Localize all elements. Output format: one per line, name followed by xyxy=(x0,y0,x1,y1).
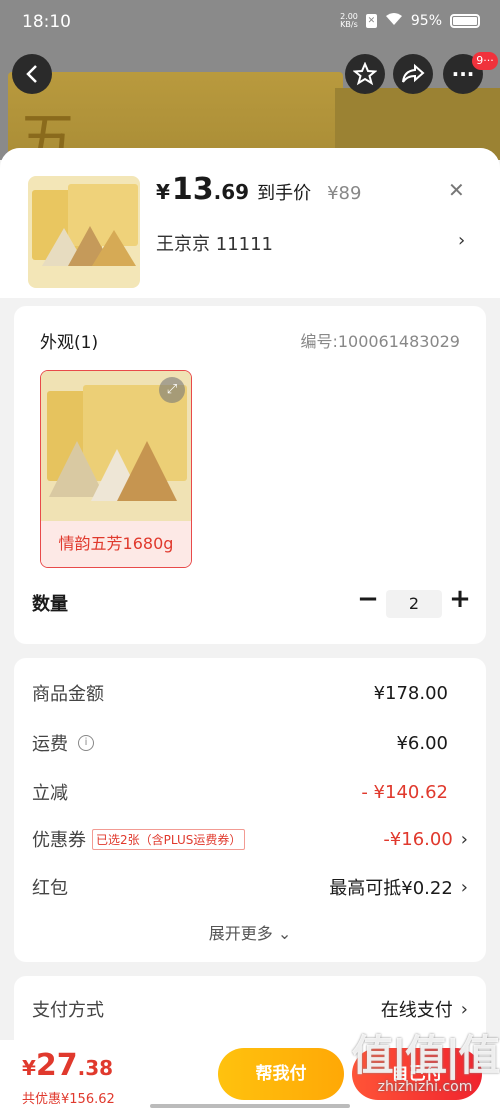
quantity-increase-button[interactable]: + xyxy=(448,584,472,614)
red-packet-value: 最高可抵¥0.22 xyxy=(329,878,453,899)
total-price: ¥ 27 .38 xyxy=(22,1048,113,1083)
message-badge: 9··· xyxy=(472,52,498,70)
status-bar: 18:10 2.00 KB/s ✕ 95% xyxy=(0,0,500,46)
close-icon[interactable]: ✕ xyxy=(448,178,465,202)
shipping-label: 运费 xyxy=(32,734,68,755)
discount-value: - ¥140.62 xyxy=(361,781,448,803)
sheet-header: ¥ 13 .69 到手价 ¥89 ✕ 王京京 11111 › xyxy=(0,148,500,298)
shipping-row: 运费 i ¥6.00 xyxy=(32,728,468,758)
variant-label: 情韵五芳1680g xyxy=(41,521,191,567)
goods-amount-label: 商品金额 xyxy=(32,684,104,705)
goods-amount-value: ¥178.00 xyxy=(373,682,448,704)
price-currency: ¥ xyxy=(156,180,170,204)
coupon-value: -¥16.00 xyxy=(383,828,453,850)
variant-option[interactable]: ⤢ 情韵五芳1680g xyxy=(40,370,192,568)
back-button[interactable] xyxy=(12,54,52,94)
goods-amount-row: 商品金额 ¥178.00 xyxy=(32,678,468,708)
share-icon xyxy=(402,63,425,83)
original-price: ¥89 xyxy=(327,183,362,204)
delivery-address[interactable]: 王京京 11111 xyxy=(156,230,273,256)
discount-row: 立减 - ¥140.62 xyxy=(32,777,468,807)
expand-icon[interactable]: ⤢ xyxy=(159,377,185,403)
product-thumbnail[interactable] xyxy=(28,176,140,288)
star-icon xyxy=(353,62,377,86)
price-row: ¥ 13 .69 到手价 ¥89 xyxy=(156,172,361,207)
appearance-title: 外观(1) xyxy=(40,333,99,353)
price-integer: 13 xyxy=(171,172,214,207)
discount-label: 立减 xyxy=(32,783,68,804)
share-button[interactable] xyxy=(393,54,433,94)
price-decimal: .69 xyxy=(213,180,250,204)
wifi-icon xyxy=(385,12,403,30)
chevron-right-icon: › xyxy=(460,998,468,1020)
more-dots-icon: ··· xyxy=(451,62,475,86)
chevron-left-icon xyxy=(26,65,37,83)
coupon-row[interactable]: 优惠券 已选2张（含PLUS运费券） -¥16.00 › xyxy=(32,824,468,854)
shipping-value: ¥6.00 xyxy=(396,732,448,754)
battery-icon xyxy=(450,14,480,28)
price-label: 到手价 xyxy=(257,183,312,204)
red-packet-label: 红包 xyxy=(32,878,68,899)
total-currency: ¥ xyxy=(22,1056,36,1080)
help-me-pay-button[interactable]: 帮我付 xyxy=(218,1048,344,1100)
site-watermark: 值|值|值 zhizhizhi.com xyxy=(350,1022,500,1111)
cost-breakdown-card: 商品金额 ¥178.00 运费 i ¥6.00 立减 - ¥140.62 优惠券… xyxy=(14,658,486,962)
network-speed: 2.00 KB/s xyxy=(340,12,358,29)
red-packet-row[interactable]: 红包 最高可抵¥0.22 › xyxy=(32,872,468,902)
payment-method-label: 支付方式 xyxy=(32,1000,104,1021)
coupon-label: 优惠券 xyxy=(32,830,86,851)
status-time: 18:10 xyxy=(22,12,71,32)
total-decimal: .38 xyxy=(77,1056,114,1080)
chevron-right-icon: › xyxy=(460,876,468,898)
quantity-label: 数量 xyxy=(32,594,68,615)
payment-method-row[interactable]: 支付方式 在线支付 › xyxy=(32,994,468,1024)
chevron-right-icon[interactable]: › xyxy=(458,230,465,251)
watermark-logo: 值|值|值 xyxy=(351,1031,500,1080)
quantity-decrease-button[interactable]: − xyxy=(356,584,380,614)
expand-more-button[interactable]: 展开更多 ⌄ xyxy=(14,920,486,944)
sim-icon: ✕ xyxy=(365,14,377,28)
total-savings: 共优惠¥156.62 xyxy=(22,1092,115,1107)
product-code: 编号:100061483029 xyxy=(300,332,460,351)
info-icon[interactable]: i xyxy=(78,735,94,751)
favorite-button[interactable] xyxy=(345,54,385,94)
coupon-tag: 已选2张（含PLUS运费券） xyxy=(92,828,246,850)
thumb-zongzi-3 xyxy=(92,230,136,266)
chevron-right-icon: › xyxy=(460,828,468,850)
appearance-card: 外观(1) 编号:100061483029 ⤢ 情韵五芳1680g 数量 − 2… xyxy=(14,306,486,644)
purchase-sheet: ¥ 13 .69 到手价 ¥89 ✕ 王京京 11111 › 外观(1) 编号:… xyxy=(0,148,500,1111)
payment-method-value: 在线支付 xyxy=(380,1000,453,1021)
home-indicator[interactable] xyxy=(150,1104,350,1108)
total-integer: 27 xyxy=(35,1048,78,1083)
quantity-input[interactable]: 2 xyxy=(386,590,442,618)
battery-percent: 95% xyxy=(410,13,442,29)
variant-zongzi-3 xyxy=(117,441,177,501)
